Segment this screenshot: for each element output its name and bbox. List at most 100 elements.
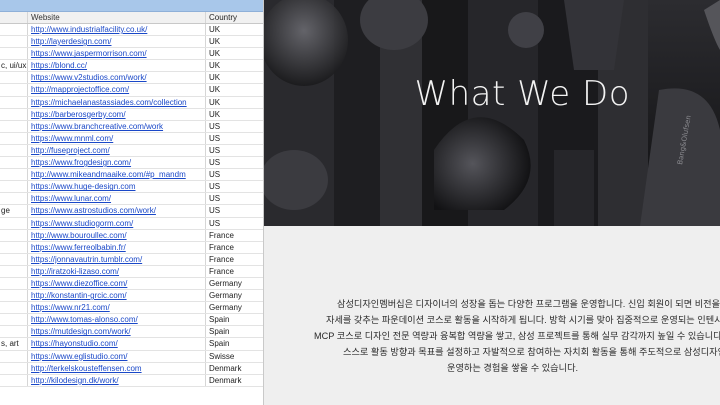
cell-category[interactable] <box>0 72 28 84</box>
cell-website-link[interactable]: https://jonnavautrin.tumblr.com/ <box>28 253 206 265</box>
cell-country[interactable]: France <box>206 230 263 241</box>
cell-country[interactable]: US <box>206 169 263 180</box>
cell-country[interactable]: US <box>206 205 263 216</box>
cell-website-link[interactable]: https://www.astrostudios.com/work/ <box>28 205 206 217</box>
cell-country[interactable]: US <box>206 145 263 156</box>
cell-website-link[interactable]: https://www.huge-design.com <box>28 181 206 193</box>
cell-website-link[interactable]: https://www.ferreolbabin.fr/ <box>28 241 206 253</box>
cell-category[interactable] <box>0 108 28 120</box>
cell-country[interactable]: Germany <box>206 278 263 289</box>
cell-website-link[interactable]: http://www.mikeandmaaike.com/#p_mandm <box>28 169 206 181</box>
cell-website-link[interactable]: http://layerdesign.com/ <box>28 36 206 48</box>
page-title: What We Do <box>414 74 630 114</box>
cell-website-link[interactable]: http://mapprojectoffice.com/ <box>28 84 206 96</box>
cell-website-link[interactable]: http://www.tomas-alonso.com/ <box>28 314 206 326</box>
cell-category[interactable] <box>0 277 28 290</box>
cell-category[interactable] <box>0 290 28 302</box>
table-row: https://www.studiogorm.com/US <box>0 217 263 230</box>
cell-country[interactable]: Swisse <box>206 351 263 362</box>
cell-category[interactable] <box>0 241 28 253</box>
cell-website-link[interactable]: https://www.studiogorm.com/ <box>28 217 206 229</box>
cell-website-link[interactable]: https://mutdesign.com/work/ <box>28 326 206 338</box>
cell-country[interactable]: UK <box>206 97 263 108</box>
cell-country[interactable]: Spain <box>206 338 263 349</box>
cell-website-link[interactable]: https://hayonstudio.com/ <box>28 338 206 350</box>
cell-country[interactable]: US <box>206 157 263 168</box>
column-header-website[interactable]: Website <box>28 12 206 23</box>
cell-website-link[interactable]: https://www.lunar.com/ <box>28 193 206 205</box>
cell-category[interactable] <box>0 96 28 108</box>
cell-category[interactable] <box>0 326 28 338</box>
cell-category[interactable]: c, ui/ux <box>0 60 28 72</box>
cell-category[interactable] <box>0 314 28 326</box>
cell-category[interactable] <box>0 217 28 229</box>
cell-country[interactable]: Denmark <box>206 375 263 386</box>
table-row: https://barberosgerby.com/UK <box>0 108 263 121</box>
cell-category[interactable] <box>0 24 28 36</box>
cell-country[interactable]: US <box>206 181 263 192</box>
cell-category[interactable] <box>0 362 28 374</box>
cell-category[interactable] <box>0 302 28 314</box>
cell-website-link[interactable]: https://www.mnml.com/ <box>28 132 206 144</box>
cell-website-link[interactable]: http://fuseproject.com/ <box>28 144 206 157</box>
cell-website-link[interactable]: https://barberosgerby.com/ <box>28 108 206 120</box>
cell-country[interactable]: US <box>206 193 263 204</box>
cell-category[interactable]: ge <box>0 205 28 217</box>
cell-country[interactable]: US <box>206 218 263 229</box>
cell-category[interactable] <box>0 84 28 96</box>
cell-website-link[interactable]: https://www.frogdesign.com/ <box>28 157 206 169</box>
cell-category[interactable] <box>0 157 28 169</box>
cell-category[interactable] <box>0 253 28 265</box>
spreadsheet-rows: http://www.industrialfacility.co.uk/UK ht… <box>0 24 263 387</box>
cell-category[interactable] <box>0 144 28 157</box>
cell-country[interactable]: UK <box>206 109 263 120</box>
cell-category[interactable] <box>0 181 28 193</box>
cell-category[interactable]: s, art <box>0 338 28 350</box>
table-row: https://jonnavautrin.tumblr.com/France <box>0 253 263 266</box>
cell-category[interactable] <box>0 169 28 181</box>
cell-category[interactable] <box>0 48 28 60</box>
cell-country[interactable]: UK <box>206 60 263 71</box>
cell-website-link[interactable]: http://www.industrialfacility.co.uk/ <box>28 24 206 36</box>
column-header-country[interactable]: Country <box>206 12 263 23</box>
cell-country[interactable]: Germany <box>206 290 263 301</box>
cell-category[interactable] <box>0 229 28 241</box>
cell-country[interactable]: UK <box>206 84 263 95</box>
cell-country[interactable]: France <box>206 242 263 253</box>
cell-category[interactable] <box>0 120 28 132</box>
cell-website-link[interactable]: http://konstantin-grcic.com/ <box>28 290 206 302</box>
cell-country[interactable]: UK <box>206 24 263 35</box>
cell-website-link[interactable]: https://www.jaspermorrison.com/ <box>28 48 206 60</box>
cell-country[interactable]: Spain <box>206 314 263 325</box>
cell-category[interactable] <box>0 36 28 48</box>
cell-website-link[interactable]: http://www.bouroullec.com/ <box>28 229 206 241</box>
cell-category[interactable] <box>0 350 28 362</box>
table-row: https://www.branchcreative.com/work US <box>0 120 263 133</box>
cell-website-link[interactable]: https://www.nr21.com/ <box>28 302 206 314</box>
cell-category[interactable] <box>0 265 28 277</box>
cell-website-link[interactable]: http://iratzoki-lizaso.com/ <box>28 265 206 277</box>
cell-category[interactable] <box>0 374 28 386</box>
cell-website-link[interactable]: https://www.diezoffice.com/ <box>28 277 206 290</box>
cell-website-link[interactable]: http://terkelskousteffensen.com <box>28 362 206 374</box>
cell-country[interactable]: UK <box>206 48 263 59</box>
cell-country[interactable]: France <box>206 254 263 265</box>
cell-country[interactable]: France <box>206 266 263 277</box>
cell-country[interactable]: Denmark <box>206 363 263 374</box>
cell-website-link[interactable]: https://www.v2studios.com/work/ <box>28 72 206 84</box>
cell-website-link[interactable]: https://www.branchcreative.com/work <box>28 120 206 132</box>
cell-website-link[interactable]: https://www.eglistudio.com/ <box>28 350 206 362</box>
cell-category[interactable] <box>0 193 28 205</box>
cell-website-link[interactable]: https://michaelanastassiades.com/collect… <box>28 96 206 108</box>
cell-country[interactable]: Germany <box>206 302 263 313</box>
cell-category[interactable] <box>0 132 28 144</box>
cell-country[interactable]: UK <box>206 36 263 47</box>
cell-website-link[interactable]: https://blond.cc/ <box>28 60 206 72</box>
cell-country[interactable]: US <box>206 133 263 144</box>
cell-country[interactable]: Spain <box>206 326 263 337</box>
cell-country[interactable]: US <box>206 121 263 132</box>
cell-website-link[interactable]: http://kilodesign.dk/work/ <box>28 374 206 386</box>
cell-country[interactable]: UK <box>206 72 263 83</box>
spreadsheet-panel: Website Country http://www.industrialfac… <box>0 0 264 405</box>
column-header-a[interactable] <box>0 12 28 23</box>
